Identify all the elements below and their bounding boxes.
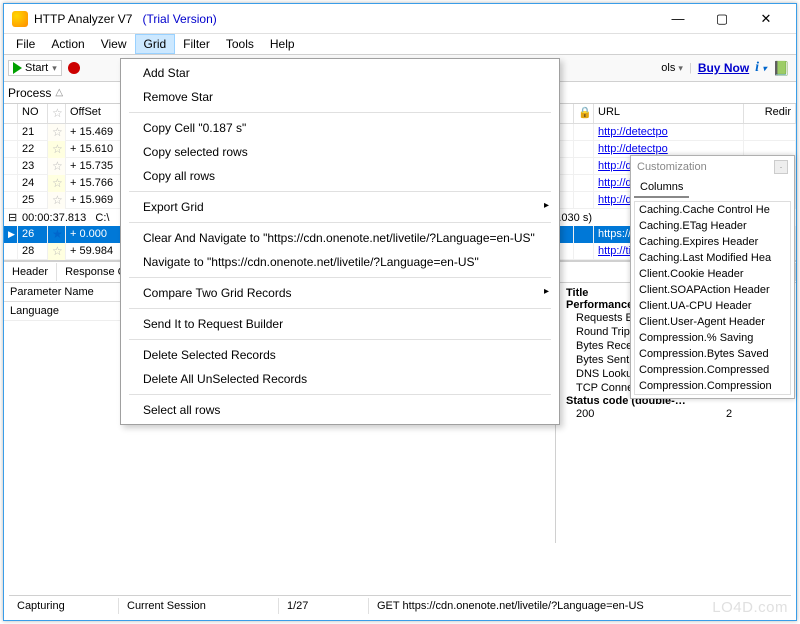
- status-session: Current Session: [119, 598, 279, 614]
- menu-separator: [129, 308, 551, 309]
- close-button[interactable]: ✕: [744, 5, 788, 33]
- menu-separator: [129, 191, 551, 192]
- process-label[interactable]: Process: [8, 86, 51, 100]
- status-bar: Capturing Current Session 1/27 GET https…: [9, 595, 791, 615]
- menu-separator: [129, 339, 551, 340]
- help-book-icon[interactable]: 📗: [773, 60, 790, 77]
- menu-item[interactable]: Add Star: [121, 61, 559, 85]
- watermark: LO4D.com: [712, 599, 788, 616]
- menu-item[interactable]: Remove Star: [121, 85, 559, 109]
- menu-item[interactable]: Clear And Navigate to "https://cdn.oneno…: [121, 226, 559, 250]
- process-sort-icon[interactable]: △: [55, 87, 63, 98]
- col-offset[interactable]: OffSet: [66, 104, 124, 123]
- column-option[interactable]: Compression.Compressed: [635, 362, 790, 378]
- menu-action[interactable]: Action: [43, 35, 92, 53]
- menu-grid[interactable]: Grid: [135, 34, 176, 54]
- customization-popup[interactable]: Customization · Columns Caching.Cache Co…: [630, 155, 795, 399]
- grid-context-menu[interactable]: Add StarRemove StarCopy Cell "0.187 s"Co…: [120, 58, 560, 425]
- column-option[interactable]: Client.UA-CPU Header: [635, 298, 790, 314]
- column-option[interactable]: Client.SOAPAction Header: [635, 282, 790, 298]
- title-trial: (Trial Version): [143, 12, 217, 26]
- menu-separator: [129, 277, 551, 278]
- menu-bar: File Action View Grid Filter Tools Help: [4, 34, 796, 54]
- column-option[interactable]: Caching.Cache Control He: [635, 202, 790, 218]
- app-icon: [12, 11, 28, 27]
- info-icon[interactable]: i ▾: [755, 60, 766, 76]
- customization-title-text: Customization: [637, 161, 707, 173]
- customization-column-list[interactable]: Caching.Cache Control HeCaching.ETag Hea…: [634, 201, 791, 395]
- col-url[interactable]: URL: [594, 104, 744, 123]
- status-capturing: Capturing: [9, 598, 119, 614]
- menu-tools[interactable]: Tools: [218, 35, 262, 53]
- title-bar: HTTP Analyzer V7 (Trial Version) — ▢ ✕: [4, 4, 796, 34]
- menu-help[interactable]: Help: [262, 35, 303, 53]
- customization-tab-columns[interactable]: Columns: [634, 178, 689, 198]
- col-no[interactable]: NO: [18, 104, 48, 123]
- column-option[interactable]: Client.User-Agent Header: [635, 314, 790, 330]
- maximize-button[interactable]: ▢: [700, 5, 744, 33]
- buynow-link[interactable]: Buy Now: [698, 61, 749, 75]
- chevron-down-icon: ▾: [52, 63, 57, 74]
- column-option[interactable]: Client.Cookie Header: [635, 266, 790, 282]
- col-expand[interactable]: [4, 104, 18, 123]
- status-code: 200: [566, 407, 726, 421]
- column-option[interactable]: Caching.Last Modified Hea: [635, 250, 790, 266]
- menu-separator: [129, 394, 551, 395]
- menu-item[interactable]: Copy Cell "0.187 s": [121, 116, 559, 140]
- group-label: C:\: [95, 212, 109, 224]
- col-lock[interactable]: 🔒: [574, 104, 594, 123]
- tab-header[interactable]: Header: [4, 263, 57, 281]
- minimize-button[interactable]: —: [656, 5, 700, 33]
- menu-separator: [129, 112, 551, 113]
- play-icon: [13, 62, 22, 74]
- menu-item[interactable]: Select all rows: [121, 398, 559, 422]
- menu-item[interactable]: Export Grid: [121, 195, 559, 219]
- stop-icon[interactable]: [68, 62, 80, 74]
- group-expander[interactable]: ⊟: [8, 211, 22, 224]
- ols-label[interactable]: ols ▾: [661, 62, 683, 74]
- menu-item[interactable]: Copy selected rows: [121, 140, 559, 164]
- menu-item[interactable]: Compare Two Grid Records: [121, 281, 559, 305]
- menu-item[interactable]: Delete All UnSelected Records: [121, 367, 559, 391]
- status-row: 200 2: [566, 407, 786, 421]
- menu-view[interactable]: View: [93, 35, 135, 53]
- column-option[interactable]: Compression.% Saving: [635, 330, 790, 346]
- title-main: HTTP Analyzer V7: [34, 12, 132, 26]
- menu-item[interactable]: Copy all rows: [121, 164, 559, 188]
- menu-item[interactable]: Navigate to "https://cdn.onenote.net/liv…: [121, 250, 559, 274]
- start-label: Start: [25, 62, 48, 74]
- column-option[interactable]: Caching.Expires Header: [635, 234, 790, 250]
- start-button[interactable]: Start ▾: [8, 60, 62, 76]
- window-title: HTTP Analyzer V7 (Trial Version): [34, 12, 217, 26]
- status-count: 1/27: [279, 598, 369, 614]
- menu-filter[interactable]: Filter: [175, 35, 218, 53]
- group-time: 00:00:37.813: [22, 212, 86, 224]
- customization-close-icon[interactable]: ·: [774, 160, 788, 174]
- column-option[interactable]: Compression.Bytes Saved: [635, 346, 790, 362]
- menu-file[interactable]: File: [8, 35, 43, 53]
- status-count: 2: [726, 407, 786, 421]
- customization-title: Customization ·: [631, 156, 794, 178]
- menu-item[interactable]: Send It to Request Builder: [121, 312, 559, 336]
- column-option[interactable]: Compression.Compression: [635, 378, 790, 394]
- column-option[interactable]: Caching.ETag Header: [635, 218, 790, 234]
- menu-separator: [129, 222, 551, 223]
- col-star[interactable]: ☆: [48, 104, 66, 123]
- col-redir[interactable]: Redir: [744, 104, 796, 123]
- menu-item[interactable]: Delete Selected Records: [121, 343, 559, 367]
